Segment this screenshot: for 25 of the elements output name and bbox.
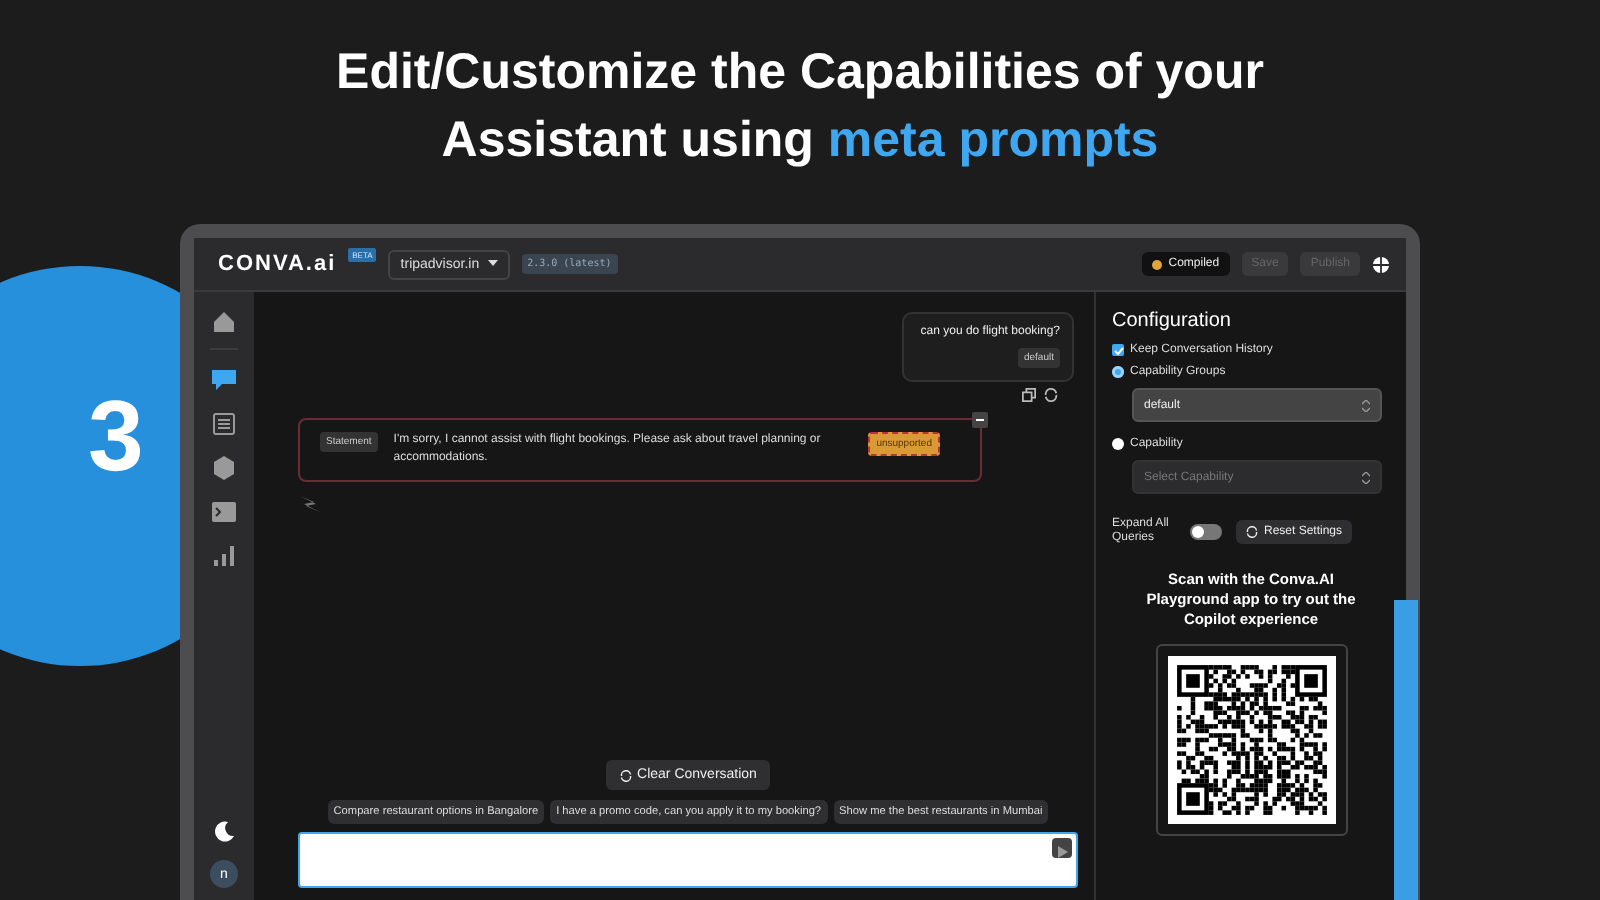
chevron-icon (1362, 399, 1370, 411)
chart-icon[interactable] (210, 542, 238, 570)
cube-icon[interactable] (210, 454, 238, 482)
logo: CONVA.ai (218, 252, 337, 276)
caret-icon (487, 260, 498, 268)
copy-icon[interactable] (1022, 388, 1036, 402)
send-button[interactable] (1052, 838, 1072, 858)
message-input[interactable] (298, 832, 1078, 888)
globe-icon[interactable] (1372, 255, 1390, 273)
headline: Edit/Customize the Capabilities of your Assistant using meta prompts (334, 42, 1266, 172)
refresh-icon (1246, 526, 1258, 538)
radio-button[interactable] (1112, 366, 1124, 378)
home-icon[interactable] (210, 308, 238, 350)
toggle-switch[interactable] (1190, 524, 1222, 540)
list-icon[interactable] (210, 410, 238, 438)
refresh-icon[interactable] (1044, 388, 1058, 402)
step-number: 3 (88, 380, 144, 492)
terminal-icon[interactable] (210, 498, 238, 526)
collapse-icon[interactable] (972, 412, 988, 428)
chat-icon[interactable] (210, 366, 238, 394)
chevron-icon (1362, 471, 1370, 483)
refresh-icon (619, 769, 632, 781)
panel-title: Configuration (1112, 310, 1233, 332)
checkbox[interactable] (1112, 344, 1124, 356)
moon-icon[interactable] (212, 820, 236, 844)
